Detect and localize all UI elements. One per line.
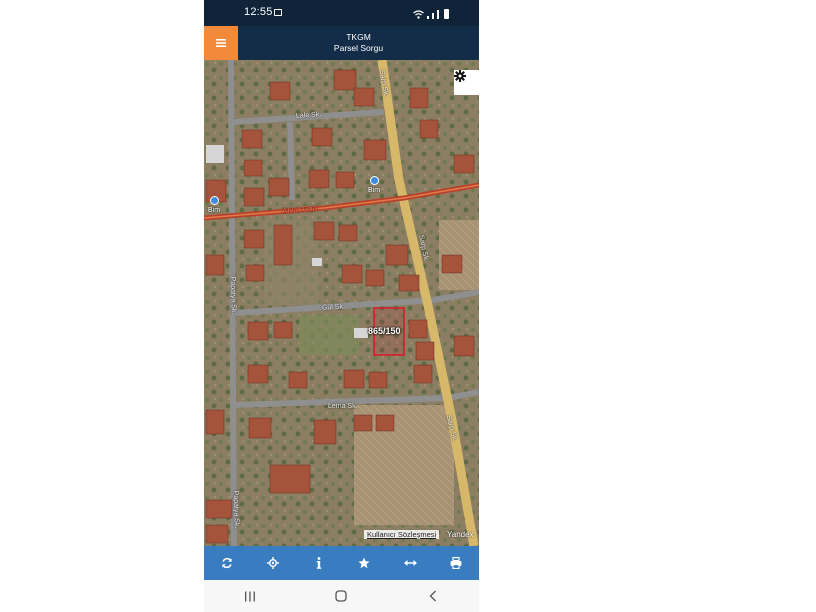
parcel-number-label: 865/150 [368,326,401,336]
home-button[interactable] [329,586,353,606]
wifi-icon [413,10,424,19]
back-button[interactable] [421,586,445,606]
page-title: TKGM Parsel Sorgu [238,32,479,54]
recent-apps-icon [244,591,255,601]
signal-bar-icon [432,13,434,19]
menu-button[interactable] [204,26,238,60]
gallery-notification-icon [274,9,282,16]
gear-icon [454,70,466,82]
measure-button[interactable] [399,552,421,574]
home-icon [335,590,348,602]
map-provider-logo: Yandex [447,530,474,539]
page-subtitle: Parsel Sorgu [333,43,384,53]
store-pin-icon[interactable] [370,176,379,185]
status-time: 12:55 [244,6,273,18]
star-icon [358,557,370,569]
system-navigation-bar [204,580,479,612]
settings-button[interactable] [454,70,479,95]
measure-icon [403,560,417,566]
bottom-toolbar [204,546,479,580]
signal-bar-icon [437,10,439,19]
app-name: TKGM [346,32,371,42]
poi-label: Bim [368,187,381,194]
app-header: TKGM Parsel Sorgu [204,26,479,60]
back-icon [429,590,437,602]
status-icons [413,7,449,19]
print-button[interactable] [445,552,467,574]
locate-icon [266,557,279,569]
print-icon [450,557,462,569]
favorites-button[interactable] [353,552,375,574]
satellite-map[interactable]: Lale Sk. Ahlat Cad. Gül Sk. Lema Sk. Sar… [204,60,479,546]
street-label: Papatya Sk. [231,490,241,529]
recent-apps-button[interactable] [238,586,262,606]
status-bar: 12:55 [204,0,479,26]
store-pin-icon[interactable] [210,196,219,205]
street-label: Gül Sk. [321,303,346,312]
street-label: Lema Sk. [328,403,358,410]
info-icon [316,557,321,569]
hamburger-icon [216,39,226,47]
user-agreement-link[interactable]: Kullanıcı Sözleşmesi [364,530,440,539]
refresh-icon [222,557,232,569]
refresh-button[interactable] [216,552,238,574]
locate-button[interactable] [262,552,284,574]
street-label: Papatya Sk. [228,276,238,315]
info-button[interactable] [308,552,330,574]
battery-icon [444,9,449,19]
poi-label: Bim [208,207,221,214]
phone-screen: 12:55 TKGM Parsel Sorgu Lale Sk. Ahlat C… [204,0,479,612]
signal-bar-icon [427,16,429,19]
